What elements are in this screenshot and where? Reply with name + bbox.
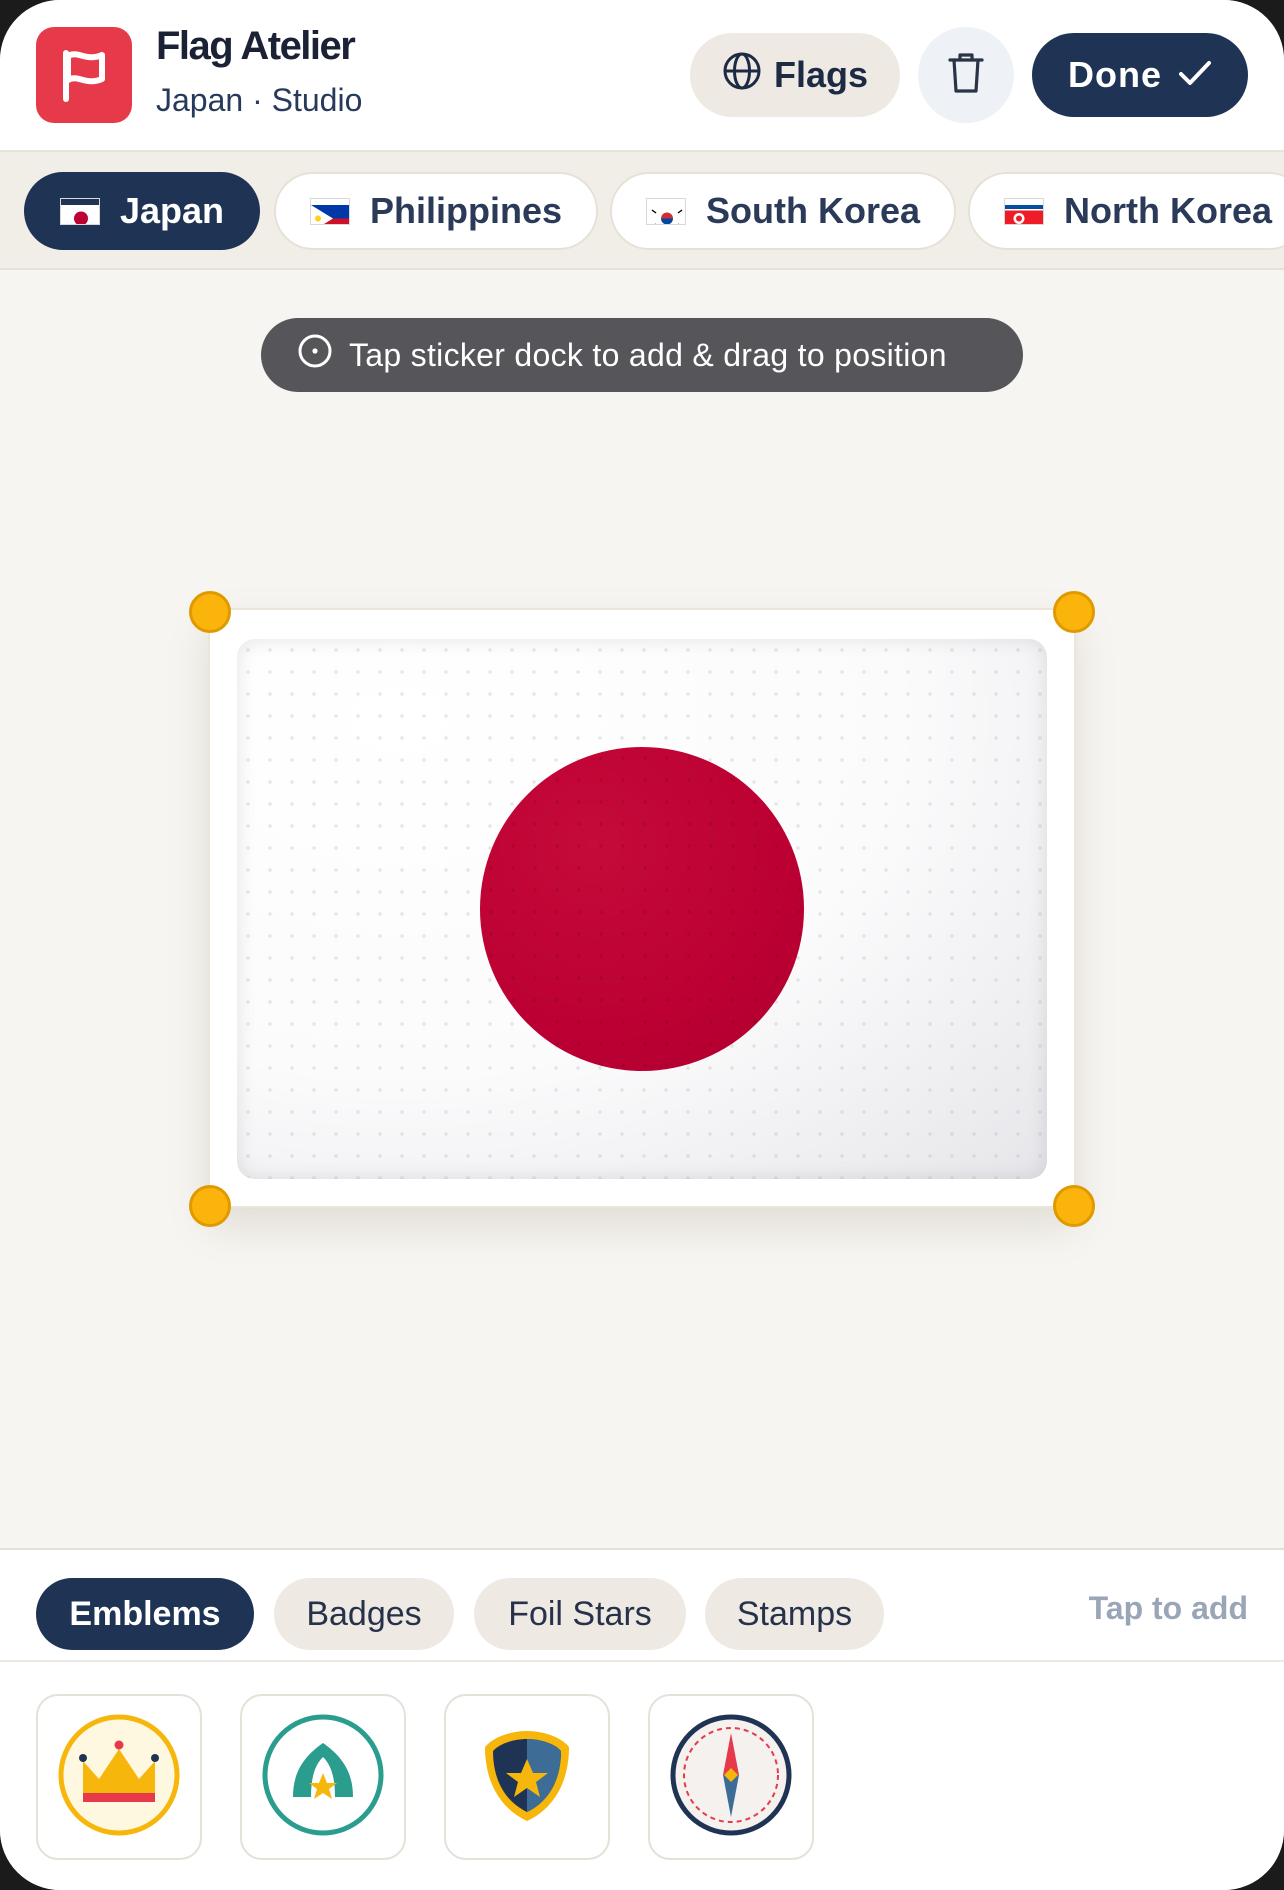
globe-icon bbox=[722, 51, 762, 100]
info-icon bbox=[297, 333, 333, 377]
resize-handle-top-right[interactable] bbox=[1053, 591, 1095, 633]
category-stamps[interactable]: Stamps bbox=[705, 1578, 884, 1650]
flag-disc bbox=[480, 747, 804, 1071]
sticker-crown[interactable] bbox=[36, 1694, 202, 1860]
hint-toast: Tap sticker dock to add & drag to positi… bbox=[261, 318, 1023, 392]
sticker-leaf-star[interactable] bbox=[240, 1694, 406, 1860]
flags-button[interactable]: Flags bbox=[690, 33, 900, 117]
north-korea-flag-icon bbox=[1004, 197, 1044, 225]
app-title: Flag Atelier bbox=[156, 24, 356, 68]
crown-icon bbox=[57, 1713, 181, 1842]
category-badges[interactable]: Badges bbox=[274, 1578, 454, 1650]
sticker-category-tabs: Emblems Badges Foil Stars Stamps Tap to … bbox=[0, 1550, 1284, 1662]
trash-icon bbox=[946, 51, 986, 100]
leaf-star-icon bbox=[261, 1713, 385, 1842]
hint-text: Tap sticker dock to add & drag to positi… bbox=[349, 336, 947, 373]
tab-philippines[interactable]: Philippines bbox=[274, 172, 599, 250]
resize-handle-bottom-right[interactable] bbox=[1053, 1185, 1095, 1227]
compass-icon bbox=[669, 1713, 793, 1842]
sticker-dock: Emblems Badges Foil Stars Stamps Tap to … bbox=[0, 1548, 1284, 1890]
resize-handle-bottom-left[interactable] bbox=[189, 1185, 231, 1227]
app-header: Flag Atelier Japan · Studio Flags Done bbox=[0, 0, 1284, 152]
sticker-shield-star[interactable] bbox=[444, 1694, 610, 1860]
philippines-flag-icon bbox=[310, 197, 350, 225]
sticker-compass[interactable] bbox=[648, 1694, 814, 1860]
done-button-label: Done bbox=[1068, 54, 1162, 95]
app-screen: Flag Atelier Japan · Studio Flags Done J… bbox=[0, 0, 1284, 1890]
done-button[interactable]: Done bbox=[1032, 33, 1248, 117]
tab-label: North Korea bbox=[1064, 190, 1273, 231]
category-foil-stars[interactable]: Foil Stars bbox=[474, 1578, 686, 1650]
flag-canvas[interactable] bbox=[237, 639, 1047, 1179]
flag-icon bbox=[36, 27, 132, 123]
tap-to-add-hint: Tap to add bbox=[1088, 1590, 1248, 1626]
south-korea-flag-icon bbox=[646, 197, 686, 225]
app-subtitle: Japan · Studio bbox=[156, 82, 363, 118]
japan-flag-icon bbox=[60, 197, 100, 225]
delete-button[interactable] bbox=[918, 27, 1014, 123]
tab-north-korea[interactable]: North Korea bbox=[968, 172, 1284, 250]
tab-label: Philippines bbox=[370, 190, 563, 231]
tab-label: South Korea bbox=[706, 190, 921, 231]
category-emblems[interactable]: Emblems bbox=[36, 1578, 254, 1650]
tab-label: Japan bbox=[120, 190, 225, 231]
country-tabs: Japan Philippines South Korea North Kore… bbox=[0, 152, 1284, 270]
shield-star-icon bbox=[465, 1713, 589, 1842]
flags-button-label: Flags bbox=[773, 54, 869, 95]
resize-handle-top-left[interactable] bbox=[189, 591, 231, 633]
tab-japan[interactable]: Japan bbox=[24, 172, 261, 250]
check-icon bbox=[1178, 54, 1212, 96]
tab-south-korea[interactable]: South Korea bbox=[610, 172, 957, 250]
